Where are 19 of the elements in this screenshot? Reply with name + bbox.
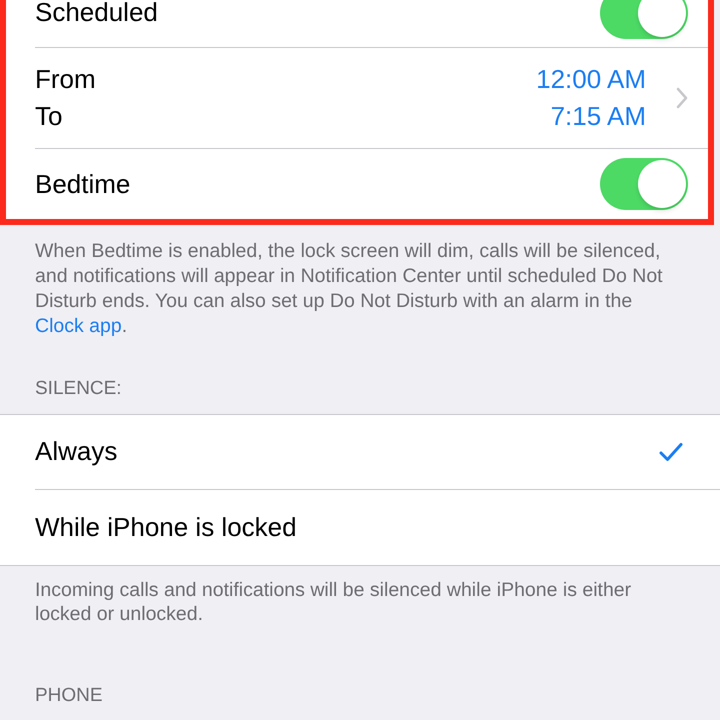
from-label: From bbox=[35, 64, 96, 95]
section-header: SILENCE: bbox=[34, 377, 123, 401]
option-row[interactable]: While iPhone is locked bbox=[35, 490, 720, 564]
option-label: While iPhone is locked bbox=[35, 510, 297, 544]
bedtime-description: When Bedtime is enabled, the lock screen will dim, calls will be silenced, and notifications will appear in Notification Center until scheduled Do Not Disturb ends. You can also set up Do Not Disturb with an alarm in the Clock app. bbox=[34, 239, 664, 339]
silence-description: Incoming calls and notifications will be silenced while iPhone is either locked or unlocked. bbox=[34, 578, 632, 626]
option-label: Always bbox=[35, 435, 118, 468]
to-time: 7:15 AM bbox=[550, 101, 646, 132]
to-label: To bbox=[35, 101, 64, 132]
section-header: PHONE bbox=[34, 684, 104, 708]
checkmark-icon bbox=[659, 442, 683, 462]
toggle-switch[interactable] bbox=[600, 0, 688, 38]
chevron-right-icon bbox=[676, 87, 688, 109]
setting-label: Scheduled bbox=[35, 0, 158, 29]
from-time: 12:00 AM bbox=[536, 64, 646, 95]
toggle-switch[interactable] bbox=[600, 158, 688, 210]
time-range-row[interactable]: From To 12:00 AM 7:15 AM bbox=[35, 48, 708, 149]
option-row[interactable]: Always bbox=[35, 414, 720, 490]
setting-label: Bedtime bbox=[35, 168, 130, 200]
